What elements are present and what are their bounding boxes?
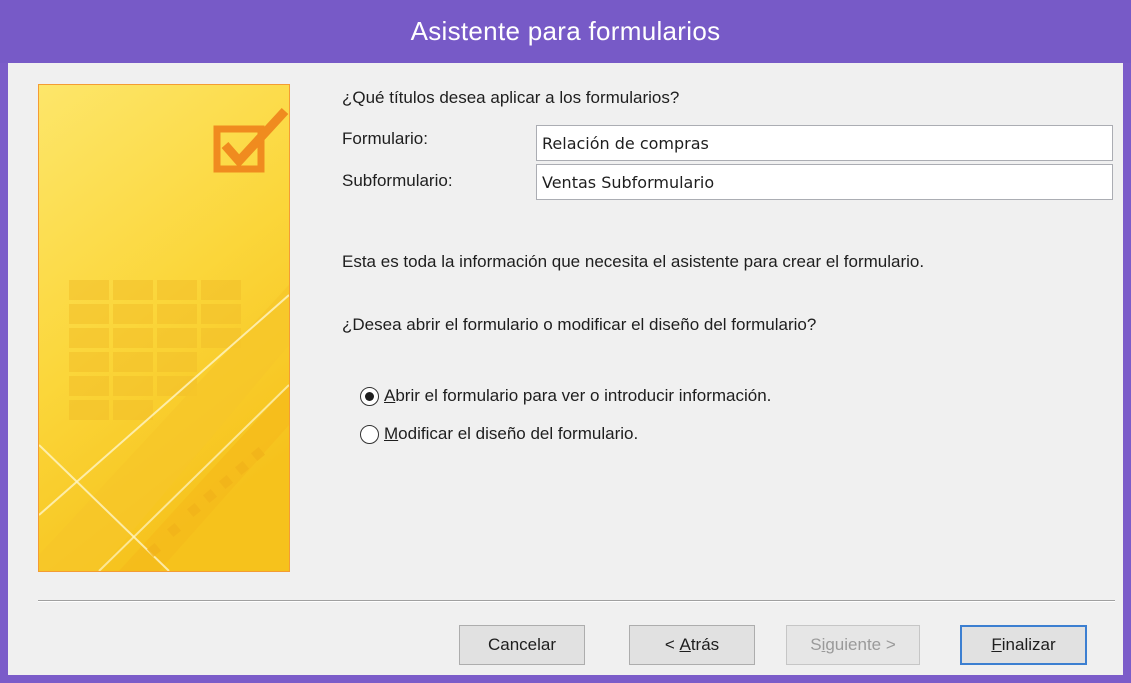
radio-unselected-icon[interactable] <box>360 424 379 444</box>
subform-title-input[interactable] <box>536 164 1113 200</box>
subform-title-label: Subformulario: <box>342 171 453 190</box>
title-bar[interactable]: Asistente para formularios <box>0 0 1131 63</box>
modify-design-option-label: Modificar el diseño del formulario. <box>384 424 639 443</box>
modify-design-option[interactable]: Modificar el diseño del formulario. <box>360 424 638 444</box>
finish-button[interactable]: Finalizar <box>960 625 1087 665</box>
form-title-input[interactable] <box>536 125 1113 161</box>
cancel-button[interactable]: Cancelar <box>459 625 585 665</box>
info-text: Esta es toda la información que necesita… <box>342 252 925 271</box>
footer-separator <box>38 600 1115 602</box>
back-button[interactable]: < Atrás <box>629 625 755 665</box>
radio-selected-icon[interactable] <box>360 386 379 406</box>
form-wizard-art-icon <box>39 85 289 571</box>
open-or-modify-question: ¿Desea abrir el formulario o modificar e… <box>342 315 817 334</box>
wizard-illustration <box>38 84 290 572</box>
open-form-option[interactable]: Abrir el formulario para ver o introduci… <box>360 386 771 406</box>
titles-prompt: ¿Qué títulos desea aplicar a los formula… <box>342 88 680 107</box>
wizard-window: Asistente para formularios ¿Qué títulos … <box>0 0 1131 683</box>
window-title: Asistente para formularios <box>410 16 721 46</box>
next-button[interactable]: Si guiente > <box>786 625 920 665</box>
open-form-option-label: Abrir el formulario para ver o introduci… <box>384 386 772 405</box>
form-title-label: Formulario: <box>342 129 428 148</box>
dialog-body: ¿Qué títulos desea aplicar a los formula… <box>8 63 1123 675</box>
